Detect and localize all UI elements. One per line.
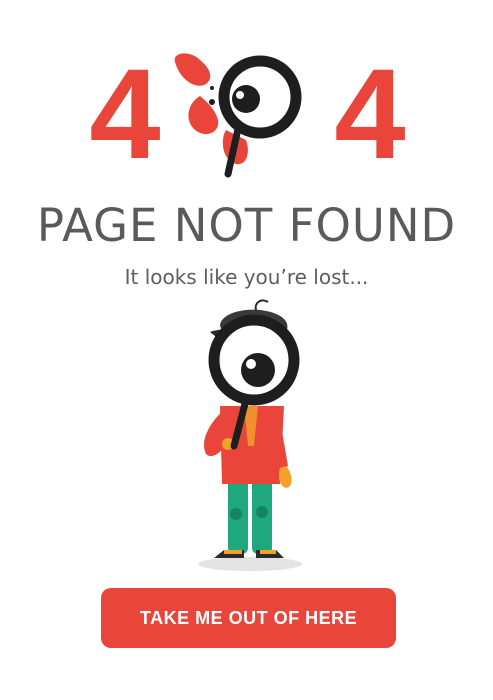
digit-four-right: 4 xyxy=(334,43,405,186)
explorer-character-illustration xyxy=(198,299,302,571)
take-me-out-button[interactable]: TAKE ME OUT OF HERE xyxy=(101,588,396,648)
page-title: PAGE NOT FOUND xyxy=(36,199,457,252)
magnifying-glass-icon xyxy=(218,55,302,178)
digit-four-left: 4 xyxy=(89,43,160,186)
subtitle: It looks like you’re lost... xyxy=(124,265,369,289)
eye-icon xyxy=(232,85,260,113)
404-logo: 4 4 xyxy=(89,43,405,186)
